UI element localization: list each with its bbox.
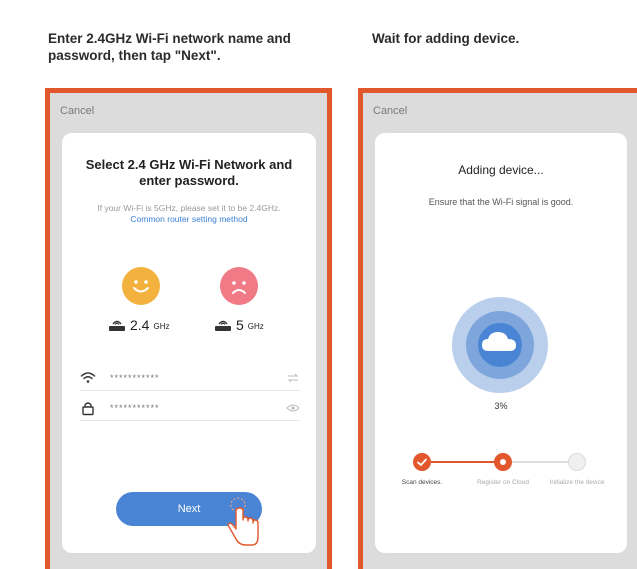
router-icon bbox=[215, 320, 231, 331]
happy-face-icon bbox=[122, 267, 160, 305]
band-5-value: 5 bbox=[236, 317, 244, 333]
check-icon bbox=[413, 453, 431, 471]
router-setting-link[interactable]: Common router setting method bbox=[130, 214, 247, 224]
step-line-done bbox=[423, 461, 503, 463]
caption-right: Wait for adding device. bbox=[372, 31, 520, 46]
lock-icon bbox=[80, 400, 96, 416]
wifi-icon bbox=[80, 370, 96, 386]
phone-wifi-setup: Cancel Select 2.4 GHz Wi-Fi Network and … bbox=[45, 88, 332, 569]
signal-hint: Ensure that the Wi-Fi signal is good. bbox=[428, 197, 574, 207]
progress-steps: Scan devices. Register on Cloud Initiali… bbox=[375, 453, 627, 513]
frequency-hint: If your Wi-Fi is 5GHz, please set it to … bbox=[62, 203, 316, 225]
progress-ring bbox=[450, 295, 550, 395]
password-field[interactable]: *********** bbox=[80, 395, 300, 421]
eye-icon[interactable] bbox=[286, 402, 300, 414]
page-title: Adding device... bbox=[458, 163, 544, 177]
page-title: Select 2.4 GHz Wi-Fi Network and enter p… bbox=[85, 157, 293, 188]
hint-text: If your Wi-Fi is 5GHz, please set it to … bbox=[97, 203, 281, 213]
band-24ghz: 2.4 GHz bbox=[108, 317, 169, 333]
tap-hand-icon bbox=[224, 493, 268, 553]
band-24-value: 2.4 bbox=[130, 317, 150, 333]
step-pending-dot bbox=[568, 453, 586, 471]
band-24-unit: GHz bbox=[153, 322, 170, 331]
band-5-unit: GHz bbox=[247, 322, 264, 331]
step-label-initialize: Initialize the device bbox=[549, 479, 605, 486]
phone-adding-device: Cancel Adding device... Ensure that the … bbox=[358, 88, 637, 569]
password-value: *********** bbox=[110, 402, 160, 413]
step-line-pending bbox=[503, 461, 577, 463]
step-label-scan: Scan devices. bbox=[401, 479, 443, 486]
progress-percent: 3% bbox=[494, 401, 508, 411]
caption-left: Enter 2.4GHz Wi-Fi network name and pass… bbox=[48, 31, 291, 63]
wifi-name-value: *********** bbox=[110, 372, 160, 383]
wifi-setup-card: Select 2.4 GHz Wi-Fi Network and enter p… bbox=[62, 133, 316, 553]
router-icon bbox=[109, 320, 125, 331]
sad-face-icon bbox=[220, 267, 258, 305]
cancel-button[interactable]: Cancel bbox=[60, 105, 94, 117]
step-active-dot bbox=[494, 453, 512, 471]
cancel-button[interactable]: Cancel bbox=[373, 105, 407, 117]
adding-device-card: Adding device... Ensure that the Wi-Fi s… bbox=[375, 133, 627, 553]
wifi-name-field[interactable]: *********** bbox=[80, 365, 300, 391]
band-5ghz: 5 GHz bbox=[214, 317, 264, 333]
step-label-register: Register on Cloud bbox=[476, 479, 530, 486]
swap-icon[interactable] bbox=[286, 372, 300, 384]
